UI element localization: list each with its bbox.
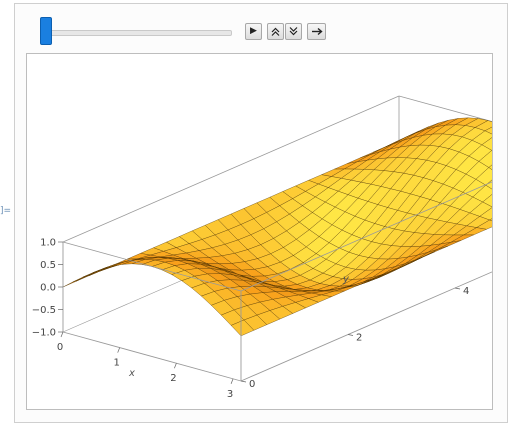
slower-button[interactable] <box>285 23 302 40</box>
z-tick-label: 1.0 <box>40 238 56 249</box>
z-tick-label: 0.0 <box>40 283 56 294</box>
z-tick-label: −1.0 <box>32 328 56 339</box>
z-tick-label: 0.5 <box>40 260 56 271</box>
x-tick-label: 0 <box>57 342 63 353</box>
animation-controls: ▶ <box>24 17 326 48</box>
plot-panel: 1.00.50.0−0.5−1.001230246 x y <box>26 53 493 410</box>
cell-bracket: ]= <box>0 206 12 216</box>
animation-slider-track[interactable] <box>40 30 232 36</box>
y-tick <box>454 287 461 290</box>
x-tick-label: 2 <box>170 373 176 384</box>
box-edge <box>62 331 242 382</box>
surface <box>62 117 492 337</box>
x-axis-label: x <box>128 368 135 379</box>
direction-button[interactable] <box>307 23 326 40</box>
x-tick <box>230 378 234 384</box>
double-chevron-down-icon <box>289 27 298 36</box>
arrow-right-icon <box>311 27 323 36</box>
y-tick-label: 2 <box>356 333 362 344</box>
y-tick-label: 4 <box>463 286 469 297</box>
animation-slider-thumb[interactable] <box>40 17 52 45</box>
y-tick <box>347 334 354 336</box>
play-button[interactable]: ▶ <box>245 23 262 40</box>
surface-plot-3d[interactable]: 1.00.50.0−0.5−1.001230246 x y <box>27 54 493 410</box>
x-tick-label: 1 <box>114 358 120 369</box>
z-tick-label: −0.5 <box>32 305 56 316</box>
x-tick <box>60 331 64 338</box>
y-tick <box>240 380 247 383</box>
x-tick-label: 3 <box>227 389 233 400</box>
double-chevron-up-icon <box>271 27 280 36</box>
x-tick <box>174 363 177 369</box>
x-tick <box>117 347 121 353</box>
y-tick-label: 0 <box>249 379 255 390</box>
faster-button[interactable] <box>267 23 284 40</box>
y-axis-label: y <box>342 274 350 285</box>
